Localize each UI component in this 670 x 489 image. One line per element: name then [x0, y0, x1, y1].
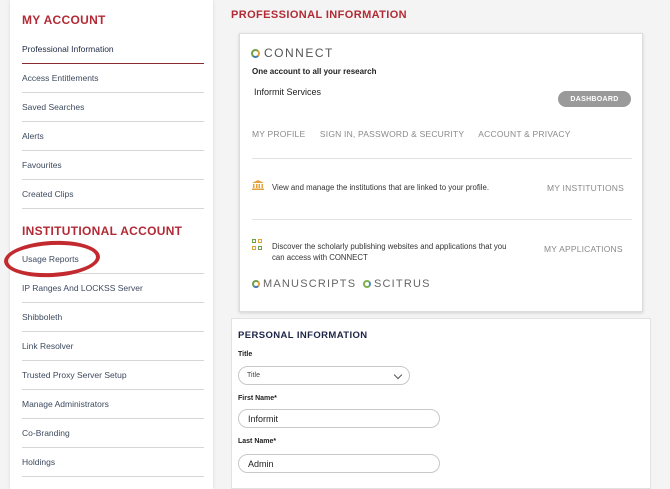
- divider: [252, 158, 632, 159]
- first-name-label: First Name*: [238, 395, 277, 402]
- sidebar-item-co-branding[interactable]: Co-Branding: [22, 419, 204, 448]
- manuscripts-brand[interactable]: MANUSCRIPTS: [252, 278, 356, 290]
- sidebar-item-usage-reports[interactable]: Usage Reports: [22, 245, 204, 274]
- last-name-label: Last Name*: [238, 438, 277, 445]
- service-name: Informit Services: [254, 87, 322, 97]
- sidebar-item-holdings[interactable]: Holdings: [22, 448, 204, 477]
- title-label: Title: [238, 351, 253, 358]
- sidebar-item-ip-ranges[interactable]: IP Ranges And LOCKSS Server: [22, 274, 204, 303]
- connect-card: CONNECT One account to all your research…: [239, 33, 643, 312]
- applications-icon: [252, 239, 263, 250]
- connect-tagline: One account to all your research: [252, 67, 377, 76]
- sidebar-item-shibboleth[interactable]: Shibboleth: [22, 303, 204, 332]
- first-name-field[interactable]: Informit: [238, 409, 440, 428]
- sidebar: MY ACCOUNT Professional Information Acce…: [10, 0, 213, 489]
- my-institutions-link[interactable]: MY INSTITUTIONS: [547, 183, 624, 193]
- last-name-field[interactable]: Admin: [238, 454, 440, 473]
- sidebar-item-access-entitlements[interactable]: Access Entitlements: [22, 64, 204, 93]
- title-select[interactable]: Title: [238, 366, 410, 385]
- profile-tabs: MY PROFILE SIGN IN, PASSWORD & SECURITY …: [252, 129, 583, 139]
- sidebar-item-saved-searches[interactable]: Saved Searches: [22, 93, 204, 122]
- applications-description: Discover the scholarly publishing websit…: [272, 242, 507, 262]
- tab-my-profile[interactable]: MY PROFILE: [252, 129, 305, 139]
- connect-logo-text: CONNECT: [264, 46, 334, 60]
- connect-logo-icon: [251, 48, 260, 58]
- connect-logo: CONNECT: [251, 46, 334, 60]
- dashboard-button[interactable]: DASHBOARD: [558, 91, 631, 107]
- my-applications-link[interactable]: MY APPLICATIONS: [544, 244, 623, 254]
- institution-icon: [252, 180, 264, 190]
- institutions-description: View and manage the institutions that ar…: [272, 183, 489, 192]
- page-title: PROFESSIONAL INFORMATION: [231, 9, 408, 21]
- divider: [252, 219, 632, 220]
- sidebar-item-manage-administrators[interactable]: Manage Administrators: [22, 390, 204, 419]
- sidebar-item-professional-information[interactable]: Professional Information: [22, 35, 204, 64]
- institutional-account-heading: INSTITUTIONAL ACCOUNT: [22, 224, 183, 238]
- sidebar-item-alerts[interactable]: Alerts: [22, 122, 204, 151]
- tab-sign-in-security[interactable]: SIGN IN, PASSWORD & SECURITY: [320, 129, 464, 139]
- personal-information-heading: PERSONAL INFORMATION: [238, 330, 368, 341]
- sidebar-item-link-resolver[interactable]: Link Resolver: [22, 332, 204, 361]
- scitrus-logo-icon: [363, 280, 371, 288]
- sidebar-item-created-clips[interactable]: Created Clips: [22, 180, 204, 209]
- sidebar-item-favourites[interactable]: Favourites: [22, 151, 204, 180]
- sidebar-item-trusted-proxy[interactable]: Trusted Proxy Server Setup: [22, 361, 204, 390]
- scitrus-brand[interactable]: SCITRUS: [363, 278, 431, 290]
- tab-account-privacy[interactable]: ACCOUNT & PRIVACY: [478, 129, 570, 139]
- chevron-down-icon: [393, 370, 403, 380]
- my-account-heading: MY ACCOUNT: [22, 13, 106, 27]
- manuscripts-logo-icon: [252, 280, 260, 288]
